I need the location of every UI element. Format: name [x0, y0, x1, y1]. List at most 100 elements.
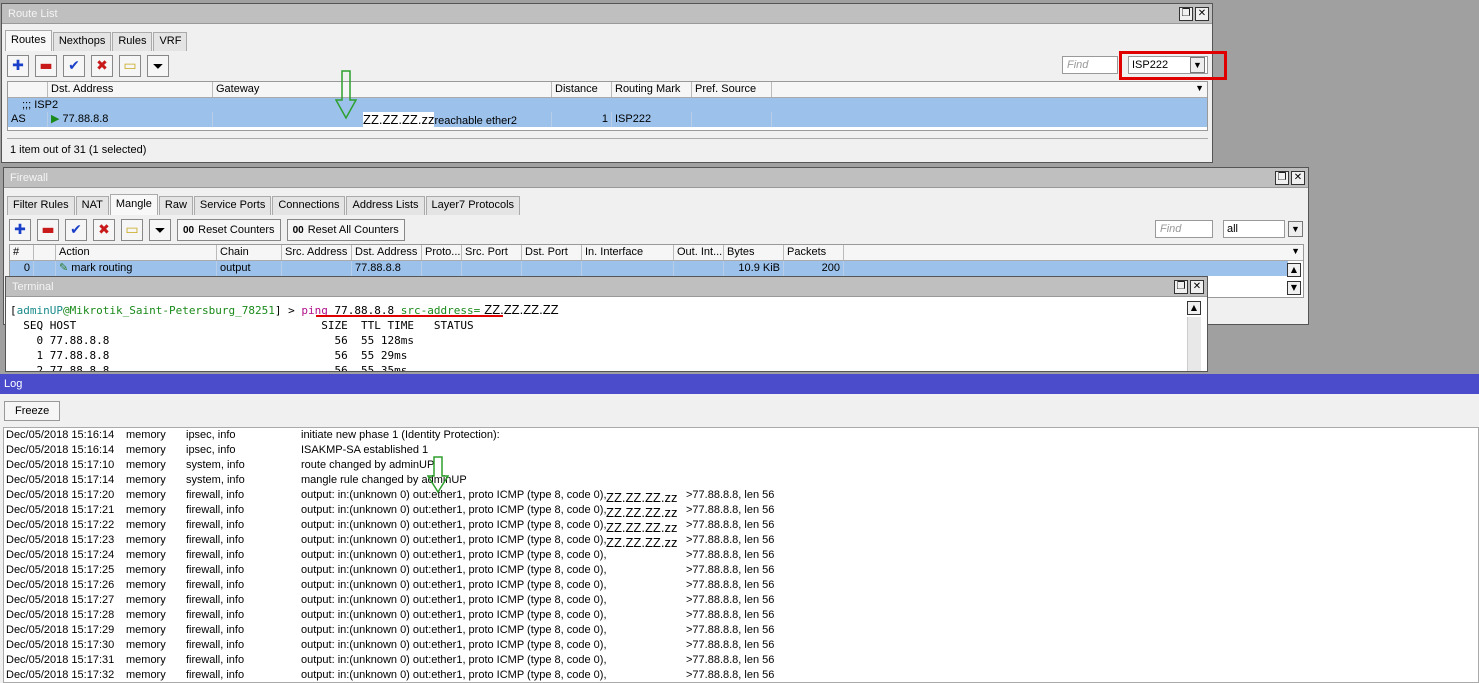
scroll-up-icon[interactable]: ▲	[1287, 263, 1301, 277]
col-dst-address[interactable]: Dst. Address	[48, 82, 213, 97]
log-dst: >77.88.8.8, len 56	[686, 504, 775, 516]
list-item[interactable]: Dec/05/2018 15:17:24 memory firewall, info…	[4, 548, 1478, 563]
route-list-titlebar[interactable]: Route List ❐ ✕	[2, 4, 1212, 24]
col-bytes[interactable]: Bytes	[724, 245, 784, 260]
chain-filter[interactable]: all	[1223, 220, 1285, 238]
add-button[interactable]: ✚	[9, 219, 31, 241]
comment-button[interactable]: ▭	[119, 55, 141, 77]
list-item[interactable]: Dec/05/2018 15:17:26 memory firewall, info…	[4, 578, 1478, 593]
tab-nexthops[interactable]: Nexthops	[52, 32, 112, 51]
columns-dropdown-icon[interactable]: ▼	[772, 82, 1207, 97]
reset-all-counters-button[interactable]: 00 Reset All Counters	[286, 219, 405, 241]
freeze-button[interactable]: Freeze	[4, 401, 61, 421]
chevron-down-icon[interactable]: ▼	[1288, 221, 1303, 237]
tab-address-lists[interactable]: Address Lists	[346, 196, 425, 215]
rule-out-if	[674, 261, 724, 276]
route-group-row[interactable]: ;;; ISP2	[8, 98, 1207, 112]
col-dst-address[interactable]: Dst. Address	[352, 245, 422, 260]
table-row[interactable]: 0 ✎ mark routing output 77.88.8.8 10.9 K…	[10, 261, 1288, 276]
filter-icon[interactable]: ⏷	[149, 219, 171, 241]
route-find-input[interactable]: Find	[1062, 56, 1118, 74]
list-item[interactable]: Dec/05/2018 15:17:29 memory firewall, info…	[4, 623, 1478, 638]
route-dst-cell: ▶ 77.88.8.8	[48, 112, 213, 127]
col-packets[interactable]: Packets	[784, 245, 844, 260]
terminal-titlebar[interactable]: Terminal ❐ ✕	[6, 277, 1207, 297]
list-item[interactable]: Dec/05/2018 15:17:23 memory firewall, info…	[4, 533, 1478, 550]
restore-icon[interactable]: ❐	[1174, 280, 1188, 294]
terminal-scrollbar[interactable]	[1187, 317, 1201, 371]
filter-icon[interactable]: ⏷	[147, 55, 169, 77]
enable-button[interactable]: ✔	[63, 55, 85, 77]
restore-icon[interactable]: ❐	[1179, 7, 1193, 21]
tab-filter-rules[interactable]: Filter Rules	[7, 196, 75, 215]
scroll-down-icon[interactable]: ▼	[1287, 281, 1301, 295]
tab-raw[interactable]: Raw	[158, 196, 193, 215]
col-src-address[interactable]: Src. Address	[282, 245, 352, 260]
close-icon[interactable]: ✕	[1195, 7, 1209, 21]
log-message: output: in:(unknown 0) out:ether1, proto…	[301, 654, 607, 666]
close-icon[interactable]: ✕	[1291, 171, 1305, 185]
list-item[interactable]: Dec/05/2018 15:17:25 memory firewall, info…	[4, 563, 1478, 578]
firewall-titlebar[interactable]: Firewall ❐ ✕	[4, 168, 1308, 188]
col-in-interface[interactable]: In. Interface	[582, 245, 674, 260]
list-item[interactable]: Dec/05/2018 15:17:21 memory firewall, info…	[4, 503, 1478, 520]
remove-button[interactable]: ▬	[37, 219, 59, 241]
reset-counters-button[interactable]: 00 Reset Counters	[177, 219, 281, 241]
col-routing-mark[interactable]: Routing Mark	[612, 82, 692, 97]
firewall-find-input[interactable]: Find	[1155, 220, 1213, 238]
list-item[interactable]: Dec/05/2018 15:17:20 memory firewall, info…	[4, 488, 1478, 505]
list-item[interactable]: Dec/05/2018 15:17:22 memory firewall, info…	[4, 518, 1478, 535]
tab-routes[interactable]: Routes	[5, 30, 52, 51]
add-button[interactable]: ✚	[7, 55, 29, 77]
list-item[interactable]: Dec/05/2018 15:17:14 memory system, info ma…	[4, 473, 1478, 488]
col-gateway[interactable]: Gateway	[213, 82, 552, 97]
route-gateway-suffix: reachable ether2	[434, 115, 518, 127]
list-item[interactable]: Dec/05/2018 15:17:32 memory firewall, info…	[4, 668, 1478, 683]
comment-button[interactable]: ▭	[121, 219, 143, 241]
enable-button[interactable]: ✔	[65, 219, 87, 241]
list-item[interactable]: Dec/05/2018 15:17:10 memory system, info ro…	[4, 458, 1478, 473]
log-time: Dec/05/2018 15:17:29	[6, 624, 115, 636]
log-message: output: in:(unknown 0) out:ether1, proto…	[301, 549, 607, 561]
col-src-port[interactable]: Src. Port	[462, 245, 522, 260]
tab-vrf[interactable]: VRF	[153, 32, 188, 51]
list-item[interactable]: Dec/05/2018 15:17:28 memory firewall, info…	[4, 608, 1478, 623]
disable-button[interactable]: ✖	[93, 219, 115, 241]
rule-dst: 77.88.8.8	[352, 261, 422, 276]
col-distance[interactable]: Distance	[552, 82, 612, 97]
command-underline	[316, 315, 503, 317]
log-buffer: memory	[126, 429, 166, 441]
tab-nat[interactable]: NAT	[75, 196, 109, 215]
col-chain[interactable]: Chain	[217, 245, 282, 260]
columns-dropdown-icon[interactable]: ▼	[844, 245, 1303, 260]
close-icon[interactable]: ✕	[1190, 280, 1204, 294]
log-titlebar[interactable]: Log	[0, 374, 1479, 394]
tab-rules[interactable]: Rules	[112, 32, 153, 51]
table-row[interactable]: AS ▶ 77.88.8.8 ZZ.ZZ.ZZ.zzreachable ethe…	[8, 112, 1207, 127]
log-message: output: in:(unknown 0) out:ether1, proto…	[301, 594, 607, 606]
col-pref-source[interactable]: Pref. Source	[692, 82, 772, 97]
log-message: output: in:(unknown 0) out:ether1, proto…	[301, 669, 607, 681]
col-out-interface[interactable]: Out. Int...	[674, 245, 724, 260]
restore-icon[interactable]: ❐	[1275, 171, 1289, 185]
col-protocol[interactable]: Proto...	[422, 245, 462, 260]
list-item[interactable]: Dec/05/2018 15:16:14 memory ipsec, info ini…	[4, 428, 1478, 443]
log-dst: >77.88.8.8, len 56	[686, 519, 775, 531]
list-item[interactable]: Dec/05/2018 15:16:14 memory ipsec, info ISA…	[4, 443, 1478, 458]
list-item[interactable]: Dec/05/2018 15:17:30 memory firewall, info…	[4, 638, 1478, 653]
col-number[interactable]: #	[10, 245, 34, 260]
col-dst-port[interactable]: Dst. Port	[522, 245, 582, 260]
col-action[interactable]: Action	[56, 245, 217, 260]
tab-mangle[interactable]: Mangle	[109, 194, 158, 215]
log-dst: >77.88.8.8, len 56	[686, 534, 775, 546]
list-item[interactable]: Dec/05/2018 15:17:31 memory firewall, info…	[4, 653, 1478, 668]
disable-button[interactable]: ✖	[91, 55, 113, 77]
terminal-prompt-line[interactable]: [adminUP@Mikrotik_Saint-Petersburg_78251…	[6, 302, 1207, 318]
tab-connections[interactable]: Connections	[272, 196, 346, 215]
list-item[interactable]: Dec/05/2018 15:17:27 memory firewall, info…	[4, 593, 1478, 608]
tab-layer7-protocols[interactable]: Layer7 Protocols	[425, 196, 521, 215]
scroll-up-icon[interactable]: ▲	[1187, 301, 1201, 315]
tab-service-ports[interactable]: Service Ports	[193, 196, 272, 215]
remove-button[interactable]: ▬	[35, 55, 57, 77]
rule-src	[282, 261, 352, 276]
